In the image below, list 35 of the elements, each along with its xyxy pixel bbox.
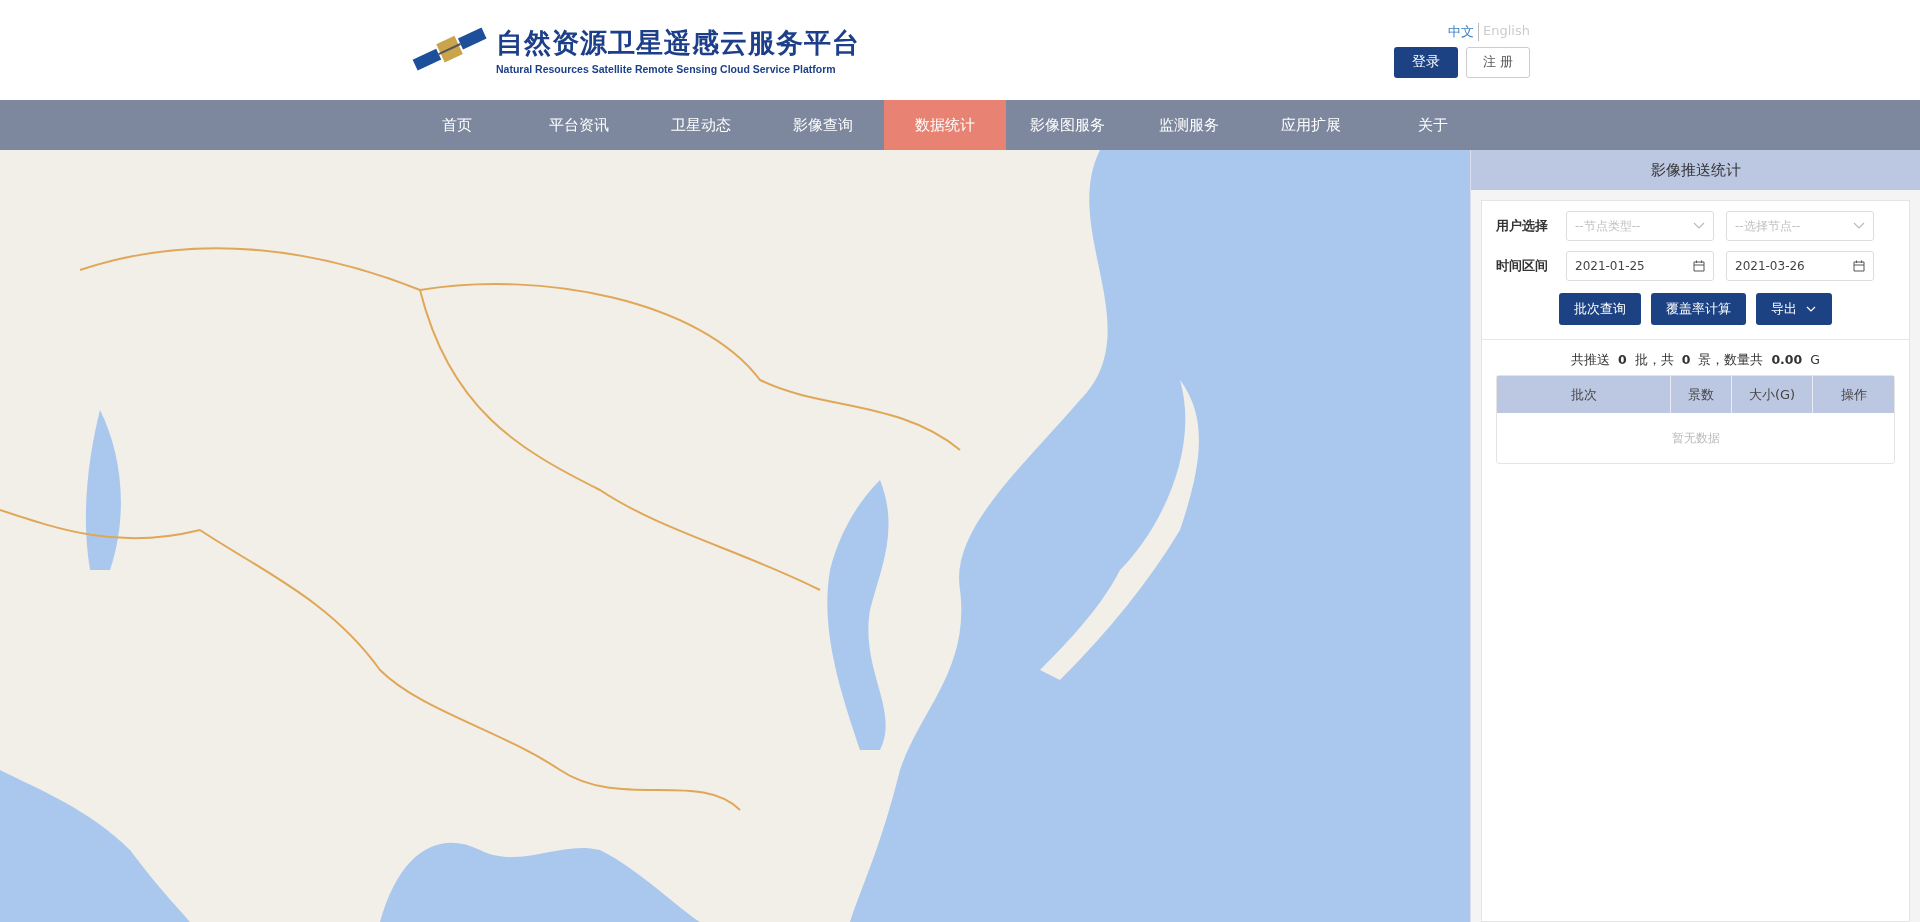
panel-title: 影像推送统计 <box>1471 150 1920 190</box>
nav-tab[interactable]: 卫星动态 <box>640 100 762 150</box>
nav-tab[interactable]: 应用扩展 <box>1250 100 1372 150</box>
nav-tab[interactable]: 影像查询 <box>762 100 884 150</box>
calendar-icon <box>1853 260 1865 272</box>
site-title: 自然资源卫星遥感云服务平台 <box>496 26 860 60</box>
field-label: 时间区间 <box>1496 257 1549 275</box>
start-date-field[interactable]: 2021-01-25 <box>1566 251 1714 281</box>
column-header: 景数 <box>1671 376 1732 413</box>
register-button[interactable]: 注 册 <box>1466 46 1530 78</box>
chevron-down-icon <box>1693 222 1705 230</box>
column-header: 大小(G) <box>1732 376 1813 413</box>
empty-message: 暂无数据 <box>1670 429 1721 447</box>
field-label: 用户选择 <box>1496 217 1549 235</box>
calendar-icon <box>1693 260 1705 272</box>
column-header: 操作 <box>1839 385 1868 404</box>
nav-tab[interactable]: 首页 <box>396 100 518 150</box>
node-type-select[interactable]: --节点类型-- <box>1566 211 1714 241</box>
export-dropdown-button[interactable]: 导出 <box>1756 293 1832 325</box>
query-button[interactable]: 批次查询 <box>1559 293 1641 325</box>
node-select[interactable]: --选择节点-- <box>1726 211 1874 241</box>
end-date-field[interactable]: 2021-03-26 <box>1726 251 1874 281</box>
site-subtitle: Natural Resources Satellite Remote Sensing Cloud Service Platform <box>496 63 837 75</box>
nav-tab[interactable]: 平台资讯 <box>518 100 640 150</box>
nav-tab[interactable]: 数据统计 <box>884 100 1006 150</box>
nav-tab[interactable]: 关于 <box>1372 100 1494 150</box>
language-link[interactable]: 中文 <box>1448 22 1475 41</box>
query-button[interactable]: 覆盖率计算 <box>1651 293 1746 325</box>
nav-tab[interactable]: 影像图服务 <box>1006 100 1128 150</box>
chevron-down-icon <box>1853 222 1865 230</box>
summary-text: 共推送 0 批，共 0 景，数量共 0.00 G <box>1570 351 1821 369</box>
login-button[interactable]: 登录 <box>1394 46 1458 78</box>
nav-tab[interactable]: 监测服务 <box>1128 100 1250 150</box>
caret-icon <box>1805 305 1817 313</box>
column-header: 批次 <box>1497 376 1671 413</box>
